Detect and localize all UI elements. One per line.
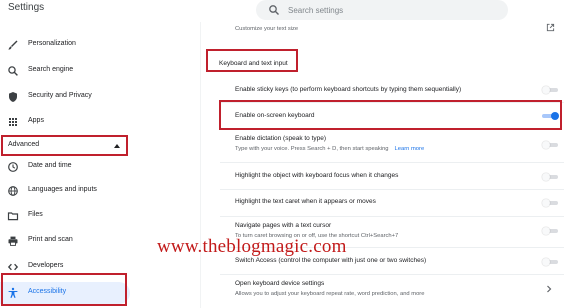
app-title: Settings	[8, 2, 45, 13]
search-icon	[269, 5, 279, 15]
row-title: Enable sticky keys (to perform keyboard …	[235, 86, 462, 93]
apps-grid-icon	[9, 118, 17, 126]
sidebar: Personalization Search engine Security a…	[0, 22, 200, 308]
row-title: Highlight the object with keyboard focus…	[235, 172, 399, 179]
globe-icon	[8, 186, 18, 196]
caret-browsing-toggle[interactable]	[542, 227, 560, 235]
sidebar-item-label: Languages and inputs	[28, 186, 97, 193]
sidebar-item-accessibility[interactable]: Accessibility	[0, 282, 130, 304]
sidebar-item-apps[interactable]: Apps	[0, 111, 130, 133]
main-content: Customize your text size Keyboard and te…	[201, 22, 570, 308]
search-input[interactable]	[288, 2, 488, 18]
row-title: Enable dictation (speak to type)	[235, 135, 327, 142]
setting-row-highlight-focus[interactable]: Highlight the object with keyboard focus…	[206, 163, 564, 189]
sidebar-item-label: Security and Privacy	[28, 92, 92, 99]
row-title: Navigate pages with a text cursor	[235, 222, 332, 229]
row-title: Switch Access (control the computer with…	[235, 257, 427, 264]
advanced-section-toggle[interactable]: Advanced	[0, 135, 130, 157]
sidebar-item-print-and-scan[interactable]: Print and scan	[0, 230, 130, 252]
sidebar-item-label: Date and time	[28, 162, 72, 169]
setting-row-highlight-caret[interactable]: Highlight the text caret when it appears…	[206, 190, 564, 216]
row-title: Highlight the text caret when it appears…	[235, 198, 376, 205]
switch-access-toggle[interactable]	[542, 258, 560, 266]
accessibility-icon	[8, 287, 18, 298]
sidebar-item-security-and-privacy[interactable]: Security and Privacy	[0, 86, 130, 108]
highlight-caret-toggle[interactable]	[542, 199, 560, 207]
top-bar: Settings	[0, 0, 570, 22]
row-subtitle: To turn caret browsing on or off, use th…	[235, 233, 399, 239]
brush-icon	[8, 40, 18, 50]
learn-more-link[interactable]: Learn more	[395, 146, 425, 152]
folder-icon	[7, 212, 19, 221]
sidebar-item-developers[interactable]: Developers	[0, 256, 130, 278]
highlight-focus-toggle[interactable]	[542, 173, 560, 181]
row-title: Open keyboard device settings	[235, 280, 325, 287]
row-subtitle: Customize your text size	[235, 26, 299, 32]
row-subtitle-text: Type with your voice. Press Search + D, …	[235, 146, 389, 152]
setting-row-caret-browsing[interactable]: Navigate pages with a text cursor To tur…	[206, 217, 564, 247]
search-icon	[8, 66, 18, 76]
row-subtitle: Type with your voice. Press Search + D, …	[235, 146, 424, 152]
sidebar-item-label: Developers	[28, 262, 64, 269]
sidebar-item-files[interactable]: Files	[0, 205, 130, 227]
shield-icon	[9, 92, 17, 102]
external-link-icon[interactable]	[546, 23, 555, 32]
sidebar-item-label: Print and scan	[28, 236, 73, 243]
advanced-label: Advanced	[8, 141, 40, 148]
row-title: Enable on-screen keyboard	[235, 112, 315, 119]
setting-row-on-screen-keyboard[interactable]: Enable on-screen keyboard	[206, 103, 564, 127]
sidebar-item-label: Accessibility	[28, 288, 67, 295]
sidebar-item-label: Search engine	[28, 66, 74, 73]
setting-row-keyboard-device-settings[interactable]: Open keyboard device settings Allows you…	[206, 275, 564, 308]
text-size-row[interactable]: Customize your text size	[206, 22, 564, 38]
chevron-up-icon	[114, 144, 120, 148]
sidebar-item-languages-and-inputs[interactable]: Languages and inputs	[0, 180, 130, 202]
sidebar-item-personalization[interactable]: Personalization	[0, 34, 130, 56]
search-box[interactable]	[256, 0, 508, 20]
setting-row-switch-access[interactable]: Switch Access (control the computer with…	[206, 248, 564, 274]
setting-row-dictation[interactable]: Enable dictation (speak to type) Type wi…	[206, 132, 564, 162]
sidebar-item-label: Apps	[28, 117, 44, 124]
section-heading: Keyboard and text input	[219, 60, 288, 67]
code-icon	[7, 263, 19, 271]
settings-card: Customize your text size Keyboard and te…	[206, 22, 564, 308]
sidebar-item-label: Personalization	[28, 40, 76, 47]
sidebar-item-search-engine[interactable]: Search engine	[0, 60, 130, 82]
clock-icon	[8, 162, 18, 172]
sidebar-item-date-and-time[interactable]: Date and time	[0, 156, 130, 178]
on-screen-keyboard-toggle[interactable]	[542, 112, 560, 120]
dictation-toggle[interactable]	[542, 141, 560, 149]
chevron-right-icon[interactable]	[546, 285, 552, 293]
printer-icon	[8, 236, 18, 246]
sticky-keys-toggle[interactable]	[542, 86, 560, 94]
row-subtitle: Allows you to adjust your keyboard repea…	[235, 291, 425, 297]
sidebar-item-label: Files	[28, 211, 43, 218]
setting-row-sticky-keys[interactable]: Enable sticky keys (to perform keyboard …	[206, 78, 564, 102]
